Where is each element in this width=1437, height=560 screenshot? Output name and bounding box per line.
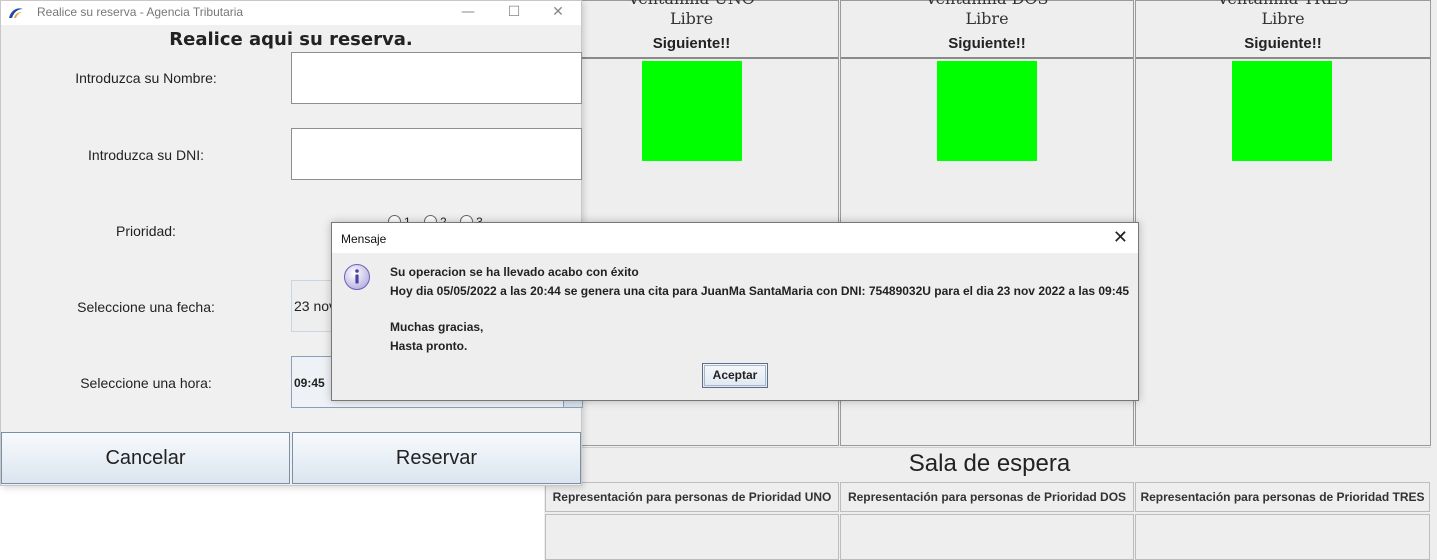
ventanilla-header: Ventanilla TRES Libre Siguiente!! [1136, 0, 1430, 59]
ventanilla-title: Ventanilla UNO [545, 0, 838, 8]
siguiente-button[interactable]: Siguiente!! [545, 35, 838, 52]
reserve-button[interactable]: Reservar [292, 432, 581, 484]
dialog-close-button[interactable]: ✕ [1113, 227, 1128, 249]
siguiente-button[interactable]: Siguiente!! [1136, 35, 1430, 52]
maximize-button[interactable]: ☐ [491, 1, 537, 25]
message-line-appointment: Hoy dia 05/05/2022 a las 20:44 se genera… [390, 284, 1130, 298]
priority-dos-list [840, 514, 1134, 560]
status-indicator [642, 61, 742, 161]
message-line-goodbye: Hasta pronto. [390, 339, 468, 353]
priority-dos-header: Representación para personas de Priorida… [840, 482, 1134, 512]
waiting-room-title: Sala de espera [908, 450, 1071, 477]
ventanilla-tres-panel: Ventanilla TRES Libre Siguiente!! [1135, 0, 1431, 446]
message-line-success: Su operacion se ha llevado acabo con éxi… [390, 265, 639, 279]
message-line-thanks: Muchas gracias, [390, 320, 484, 334]
info-icon [344, 264, 370, 290]
status-indicator [1232, 61, 1332, 161]
dialog-title: Mensaje [341, 232, 387, 246]
priority-uno-header: Representación para personas de Priorida… [545, 482, 839, 512]
ventanilla-title: Ventanilla DOS [841, 0, 1133, 8]
date-value: 23 nov [294, 298, 337, 314]
dni-input[interactable] [291, 128, 582, 180]
window-title: Realice su reserva - Agencia Tributaria [37, 5, 244, 19]
date-label: Seleccione una fecha: [77, 299, 215, 315]
ventanilla-state: Libre [1261, 9, 1305, 28]
status-indicator [937, 61, 1037, 161]
ventanilla-header: Ventanilla DOS Libre Siguiente!! [841, 0, 1133, 59]
java-app-icon [9, 8, 23, 18]
ventanilla-header: Ventanilla UNO Libre Siguiente!! [545, 0, 838, 59]
priority-label: Prioridad: [116, 223, 176, 239]
minimize-button[interactable]: — [445, 1, 491, 25]
time-label: Seleccione una hora: [80, 375, 212, 391]
siguiente-button[interactable]: Siguiente!! [841, 35, 1133, 52]
accept-button[interactable]: Aceptar [702, 363, 768, 388]
reservation-titlebar[interactable]: Realice su reserva - Agencia Tributaria … [1, 1, 581, 25]
close-button[interactable]: ✕ [535, 1, 581, 25]
dni-label: Introduzca su DNI: [88, 147, 204, 163]
time-value: 09:45 [294, 376, 325, 390]
waiting-room-header: Sala de espera [548, 447, 1431, 480]
ventanilla-state: Libre [965, 9, 1009, 28]
priority-tres-list [1135, 514, 1430, 560]
ventanilla-state: Libre [669, 9, 714, 28]
form-heading: Realice aqui su reserva. [169, 29, 413, 50]
dialog-titlebar[interactable]: Mensaje ✕ [332, 223, 1138, 253]
message-dialog: Mensaje ✕ Su operacion se ha llevado aca… [331, 222, 1139, 401]
priority-tres-header: Representación para personas de Priorida… [1135, 482, 1430, 512]
name-input[interactable] [291, 52, 582, 104]
cancel-button[interactable]: Cancelar [1, 432, 290, 484]
name-label: Introduzca su Nombre: [75, 70, 217, 86]
priority-uno-list [545, 514, 839, 560]
ventanilla-title: Ventanilla TRES [1136, 0, 1430, 8]
